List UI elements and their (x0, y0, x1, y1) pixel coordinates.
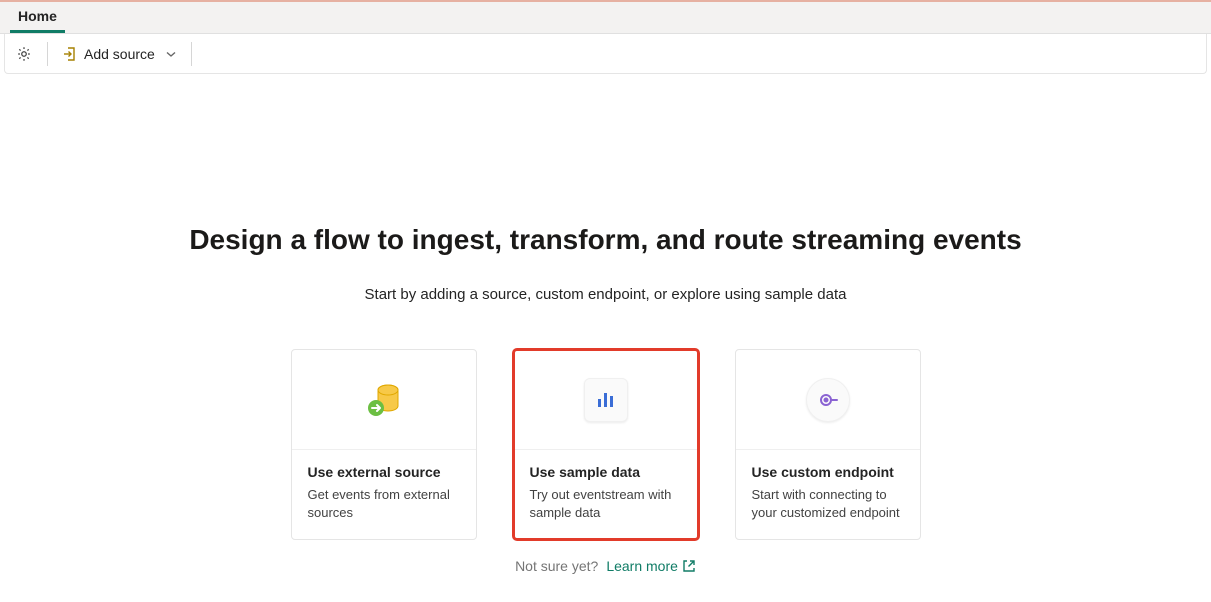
card-body: Use custom endpoint Start with connectin… (736, 450, 920, 539)
toolbar: Add source (4, 34, 1207, 74)
footer-prompt: Not sure yet? (515, 558, 598, 574)
external-link-icon (682, 559, 696, 573)
learn-more-label: Learn more (606, 558, 678, 574)
add-source-button[interactable]: Add source (62, 46, 177, 62)
main-content: Design a flow to ingest, transform, and … (0, 74, 1211, 574)
learn-more-link[interactable]: Learn more (606, 558, 696, 574)
card-title: Use external source (308, 464, 460, 480)
icon-circle (806, 378, 850, 422)
page-subtitle: Start by adding a source, custom endpoin… (0, 286, 1211, 303)
cards-row: Use external source Get events from exte… (0, 349, 1211, 540)
toolbar-divider (47, 42, 48, 66)
card-title: Use sample data (530, 464, 682, 480)
footer-help: Not sure yet? Learn more (0, 558, 1211, 574)
card-external-source[interactable]: Use external source Get events from exte… (291, 349, 477, 540)
card-desc: Start with connecting to your customized… (752, 486, 904, 521)
card-icon-wrap (514, 350, 698, 450)
card-desc: Get events from external sources (308, 486, 460, 521)
card-body: Use sample data Try out eventstream with… (514, 450, 698, 539)
settings-button[interactable] (15, 45, 33, 63)
tab-bar: Home (0, 2, 1211, 34)
add-source-label: Add source (84, 46, 155, 62)
tab-home[interactable]: Home (10, 2, 65, 33)
chevron-down-icon (165, 48, 177, 60)
card-desc: Try out eventstream with sample data (530, 486, 682, 521)
toolbar-divider-2 (191, 42, 192, 66)
tab-home-label: Home (18, 8, 57, 24)
card-icon-wrap (736, 350, 920, 450)
card-icon-wrap (292, 350, 476, 450)
card-title: Use custom endpoint (752, 464, 904, 480)
card-sample-data[interactable]: Use sample data Try out eventstream with… (513, 349, 699, 540)
bar-chart-icon (595, 389, 617, 411)
page-heading: Design a flow to ingest, transform, and … (0, 224, 1211, 256)
card-custom-endpoint[interactable]: Use custom endpoint Start with connectin… (735, 349, 921, 540)
card-body: Use external source Get events from exte… (292, 450, 476, 539)
arrow-in-icon (62, 46, 78, 62)
database-arrow-icon (360, 376, 408, 424)
icon-tile (584, 378, 628, 422)
gear-icon (15, 45, 33, 63)
endpoint-icon (817, 389, 839, 411)
